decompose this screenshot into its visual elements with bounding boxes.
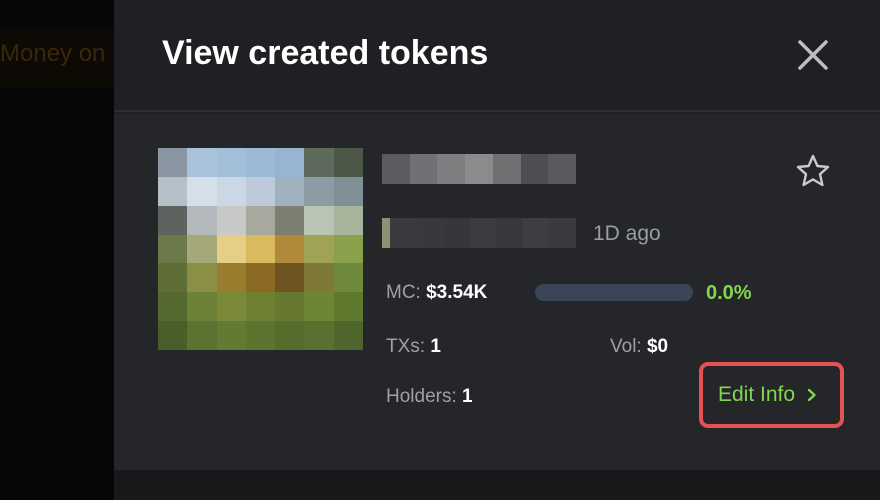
txs-label: TXs:	[386, 336, 426, 357]
modal-title: View created tokens	[162, 34, 489, 72]
modal-footer-area	[114, 470, 880, 500]
transactions-count: TXs: 1	[386, 336, 441, 358]
token-image	[158, 148, 363, 350]
txs-value: 1	[430, 336, 441, 357]
star-icon[interactable]	[794, 152, 832, 190]
bonding-progress-percent: 0.0%	[706, 282, 752, 304]
modal-header: View created tokens	[114, 0, 880, 112]
token-ticker-redacted	[382, 218, 576, 248]
background-banner-text: Money on	[0, 40, 106, 67]
volume: Vol: $0	[610, 336, 668, 358]
holders-count: Holders: 1	[386, 386, 473, 408]
holders-value: 1	[462, 386, 473, 407]
token-card: 1D ago MC: $3.54K 0.0% TXs: 1 Vol: $0 Ho…	[114, 114, 880, 470]
vol-label: Vol:	[610, 336, 642, 357]
holders-label: Holders:	[386, 386, 457, 407]
market-cap-value: $3.54K	[426, 282, 488, 303]
chevron-right-icon	[807, 388, 816, 402]
token-age: 1D ago	[593, 222, 661, 245]
market-cap: MC: $3.54K	[386, 282, 487, 304]
market-cap-label: MC:	[386, 282, 421, 303]
edit-info-label: Edit Info	[718, 383, 796, 406]
edit-info-button[interactable]: Edit Info	[699, 362, 844, 428]
token-name-redacted	[382, 154, 576, 184]
close-icon[interactable]	[794, 36, 832, 74]
created-tokens-modal: View created tokens 1D ago MC: $3.54K 0.…	[114, 0, 880, 500]
bonding-progress-bar	[535, 284, 693, 301]
vol-value: $0	[646, 336, 669, 357]
